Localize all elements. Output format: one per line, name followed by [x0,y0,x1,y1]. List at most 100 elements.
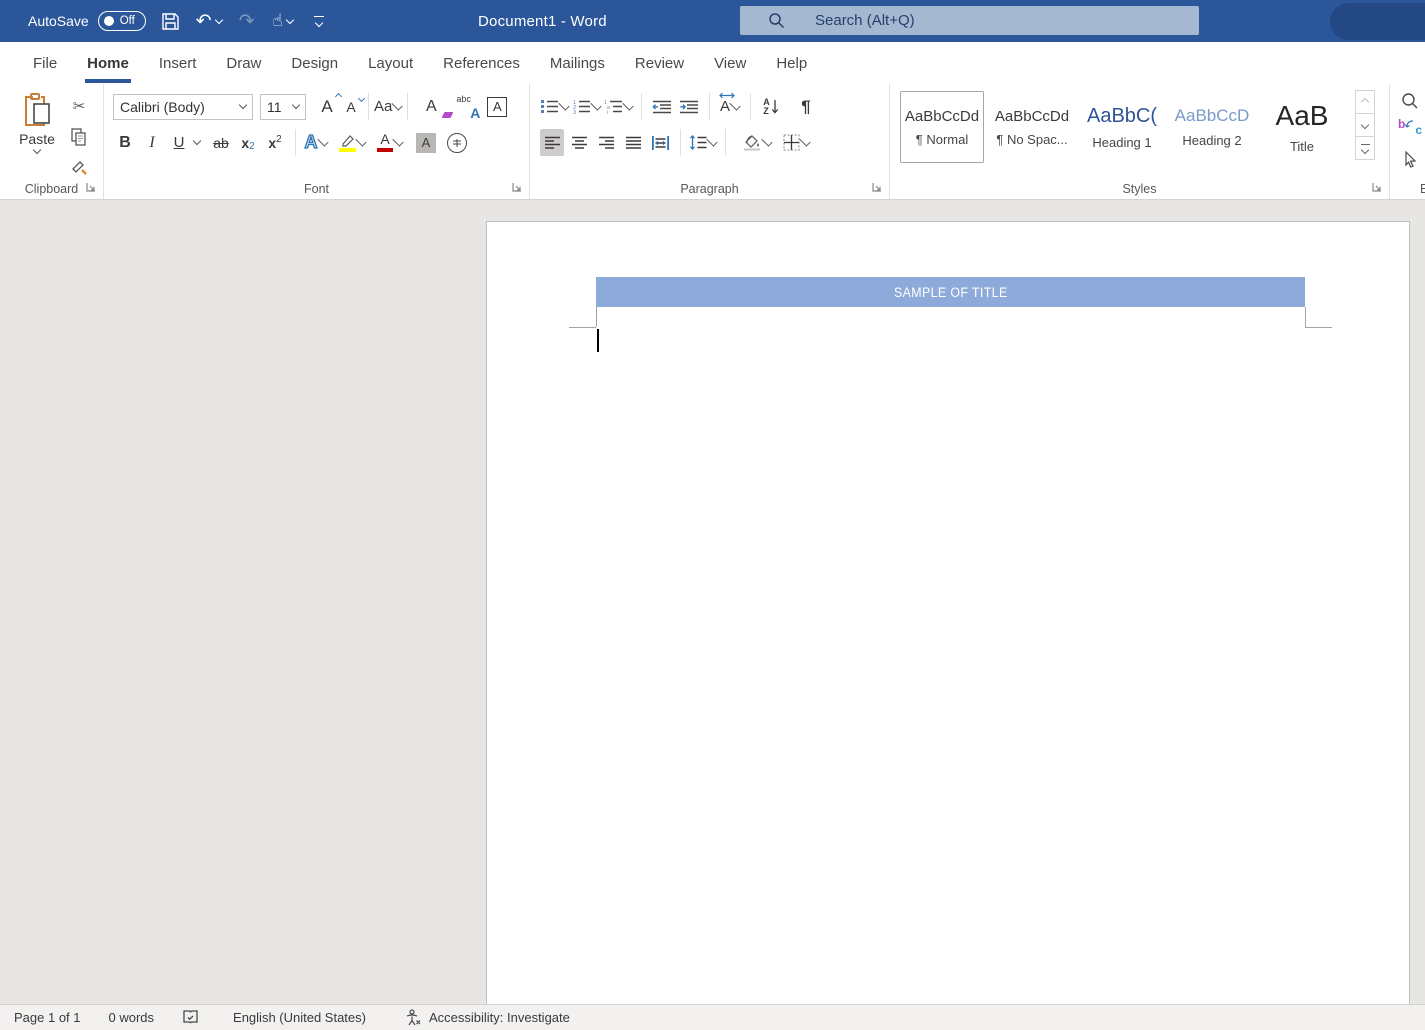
text-effects-button[interactable]: A [304,129,328,156]
bold-button[interactable]: B [113,129,137,156]
copy-button[interactable] [68,127,90,147]
styles-group-label: Styles [890,182,1389,196]
increase-indent-button[interactable] [677,93,701,120]
asian-layout-button[interactable]: A [718,93,742,120]
align-left-icon [544,136,561,150]
undo-button[interactable]: ↶ [196,8,222,34]
styles-scroll-up-button[interactable] [1355,90,1375,114]
change-case-button[interactable]: Aa [374,93,402,120]
enclose-characters-button[interactable] [445,129,469,156]
accessibility-status[interactable]: Accessibility: Investigate [404,1009,570,1026]
strikethrough-button[interactable]: ab [209,129,233,156]
shading-button[interactable] [742,129,772,156]
superscript-button[interactable]: x2 [263,129,287,156]
account-avatar[interactable] [1330,3,1425,40]
proofing-status-button[interactable] [182,1009,199,1026]
styles-gallery-more-button[interactable] [1355,136,1375,160]
document-page[interactable]: SAMPLE OF TITLE [486,221,1410,1004]
status-bar: Page 1 of 1 0 words English (United Stat… [0,1004,1425,1030]
subscript-button[interactable]: x2 [236,129,260,156]
decrease-indent-button[interactable] [650,93,674,120]
tab-review[interactable]: Review [620,42,699,84]
tab-view[interactable]: View [699,42,761,84]
tab-home[interactable]: Home [72,42,144,84]
align-center-button[interactable] [567,129,591,156]
clipboard-dialog-launcher[interactable] [84,180,98,194]
customize-quick-access-button[interactable] [308,8,330,34]
font-color-icon: A [377,133,393,152]
title-banner-cell[interactable]: SAMPLE OF TITLE [596,277,1305,307]
character-shading-button[interactable]: A [414,129,438,156]
align-right-button[interactable] [594,129,618,156]
font-name-combobox[interactable]: Calibri (Body) [113,94,253,120]
redo-button-disabled[interactable]: ↷ [236,8,258,34]
numbering-button[interactable]: 123 [572,93,601,120]
tab-layout[interactable]: Layout [353,42,428,84]
tab-design[interactable]: Design [276,42,353,84]
character-border-button[interactable]: A [485,93,509,120]
font-color-button[interactable]: A [377,129,403,156]
language-indicator[interactable]: English (United States) [233,1010,366,1025]
grow-font-button[interactable]: A [315,93,339,120]
multilevel-list-button[interactable]: 1ai [604,93,633,120]
word-count[interactable]: 0 words [109,1010,155,1025]
paste-label: Paste [19,131,55,147]
bullets-button[interactable] [540,93,569,120]
paragraph-dialog-launcher[interactable] [870,180,884,194]
tab-draw[interactable]: Draw [211,42,276,84]
style-title[interactable]: AaB Title [1260,91,1344,163]
text-highlight-button[interactable] [339,129,366,156]
replace-button[interactable]: b c [1398,119,1422,141]
align-left-button[interactable] [540,129,564,156]
style-heading-2[interactable]: AaBbCcD Heading 2 [1170,91,1254,163]
tab-file[interactable]: File [18,42,72,84]
paste-dropdown-chevron-icon[interactable] [33,146,41,154]
font-row-1: Calibri (Body) 11 A A Aa A [113,93,509,120]
show-hide-marks-button[interactable]: ¶ [794,93,818,120]
italic-button[interactable]: I [140,129,164,156]
touch-mode-dropdown-chevron-icon[interactable] [286,15,294,23]
find-button[interactable] [1398,90,1422,112]
touch-mouse-mode-button[interactable]: ☝ [272,8,294,34]
multilevel-list-icon: 1ai [604,99,623,114]
styles-scroll-down-button[interactable] [1355,113,1375,137]
select-button[interactable] [1398,148,1422,170]
undo-dropdown-chevron-icon[interactable] [214,15,222,23]
justify-button[interactable] [621,129,645,156]
paragraph-row-1: 123 1ai A [540,93,818,120]
tab-help[interactable]: Help [761,42,822,84]
borders-button[interactable] [783,129,810,156]
style-no-spacing[interactable]: AaBbCcDd ¶ No Spac... [990,91,1074,163]
distribute-button[interactable] [648,129,672,156]
font-dialog-launcher[interactable] [510,180,524,194]
styles-group: AaBbCcDd ¶ Normal AaBbCcDd ¶ No Spac... … [890,84,1390,199]
line-spacing-button[interactable] [689,129,717,156]
styles-dialog-launcher[interactable] [1370,180,1384,194]
clear-formatting-button[interactable]: A [419,93,443,120]
tab-insert[interactable]: Insert [144,42,212,84]
cut-button[interactable]: ✂ [68,96,90,116]
ribbon-tab-row: File Home Insert Draw Design Layout Refe… [0,42,1425,84]
style-heading-1[interactable]: AaBbC( Heading 1 [1080,91,1164,163]
autosave-toggle[interactable]: AutoSave Off [28,11,146,31]
autosave-switch[interactable]: Off [98,11,146,31]
underline-dropdown-chevron-icon[interactable] [193,137,201,145]
editing-group-label-clipped: E [1390,182,1425,196]
paste-button[interactable]: Paste [10,92,64,178]
enclose-characters-icon [447,133,467,153]
search-box[interactable]: Search (Alt+Q) [740,6,1199,35]
underline-button[interactable]: U [167,129,191,156]
tab-references[interactable]: References [428,42,535,84]
shrink-font-button[interactable]: A [339,93,363,120]
separator [295,129,296,156]
borders-chevron-icon [799,135,810,146]
style-normal[interactable]: AaBbCcDd ¶ Normal [900,91,984,163]
phonetic-guide-button[interactable]: abc A [455,93,481,120]
save-button[interactable] [160,8,182,34]
page-indicator[interactable]: Page 1 of 1 [14,1010,81,1025]
format-painter-button[interactable] [68,158,90,178]
font-size-combobox[interactable]: 11 [260,94,306,120]
tab-mailings[interactable]: Mailings [535,42,620,84]
dialog-launcher-icon [871,181,883,193]
sort-button[interactable]: AZ [759,93,783,120]
